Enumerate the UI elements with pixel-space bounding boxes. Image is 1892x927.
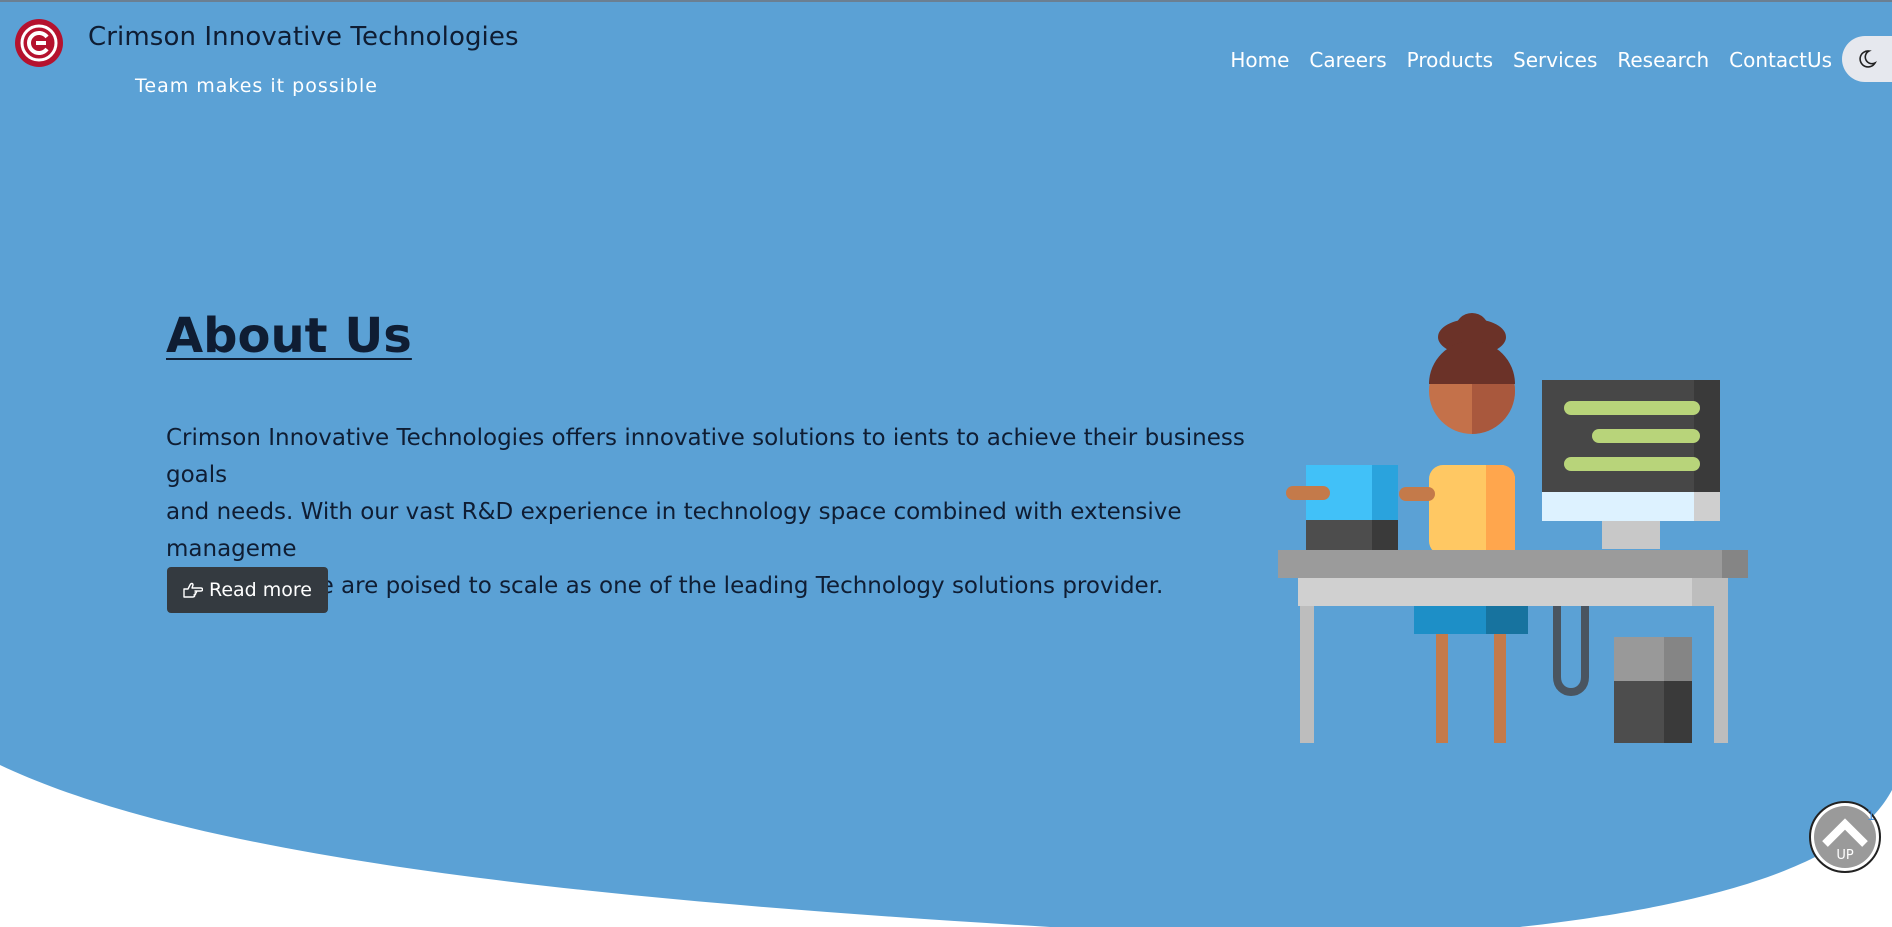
- brand-name[interactable]: Crimson Innovative Technologies: [88, 22, 519, 52]
- about-line-2: and needs. With our vast R&D experience …: [166, 499, 1182, 562]
- nav-products[interactable]: Products: [1407, 48, 1493, 72]
- about-line-1: Crimson Innovative Technologies offers i…: [166, 425, 1245, 488]
- nav-contactus[interactable]: ContactUs: [1729, 48, 1832, 72]
- logo-icon: [15, 19, 63, 67]
- developer-at-desk-illustration: [1278, 313, 1748, 743]
- brand-tagline: Team makes it possible: [135, 75, 378, 97]
- brand-logo[interactable]: [14, 18, 64, 68]
- nav-research[interactable]: Research: [1617, 48, 1709, 72]
- scroll-up-label: UP: [1836, 848, 1854, 863]
- chevron-up-icon: UP 1: [1809, 801, 1881, 873]
- theme-toggle-button[interactable]: [1842, 36, 1892, 82]
- scroll-up-badge: 1: [1867, 809, 1875, 824]
- about-line-3: experience we are poised to scale as one…: [166, 573, 1164, 599]
- about-title: About Us: [166, 308, 412, 364]
- nav-home[interactable]: Home: [1230, 48, 1289, 72]
- scroll-up-button[interactable]: UP 1: [1808, 800, 1882, 874]
- hand-point-right-icon: [183, 582, 203, 598]
- read-more-label: Read more: [209, 579, 312, 601]
- nav-services[interactable]: Services: [1513, 48, 1597, 72]
- nav-careers[interactable]: Careers: [1309, 48, 1386, 72]
- about-description: Crimson Innovative Technologies offers i…: [166, 420, 1246, 605]
- read-more-button[interactable]: Read more: [167, 567, 328, 613]
- page: Crimson Innovative Technologies Team mak…: [0, 0, 1892, 927]
- main-nav: Home Careers Products Services Research …: [1230, 48, 1832, 72]
- moon-icon: [1859, 50, 1877, 68]
- top-border: [0, 0, 1892, 2]
